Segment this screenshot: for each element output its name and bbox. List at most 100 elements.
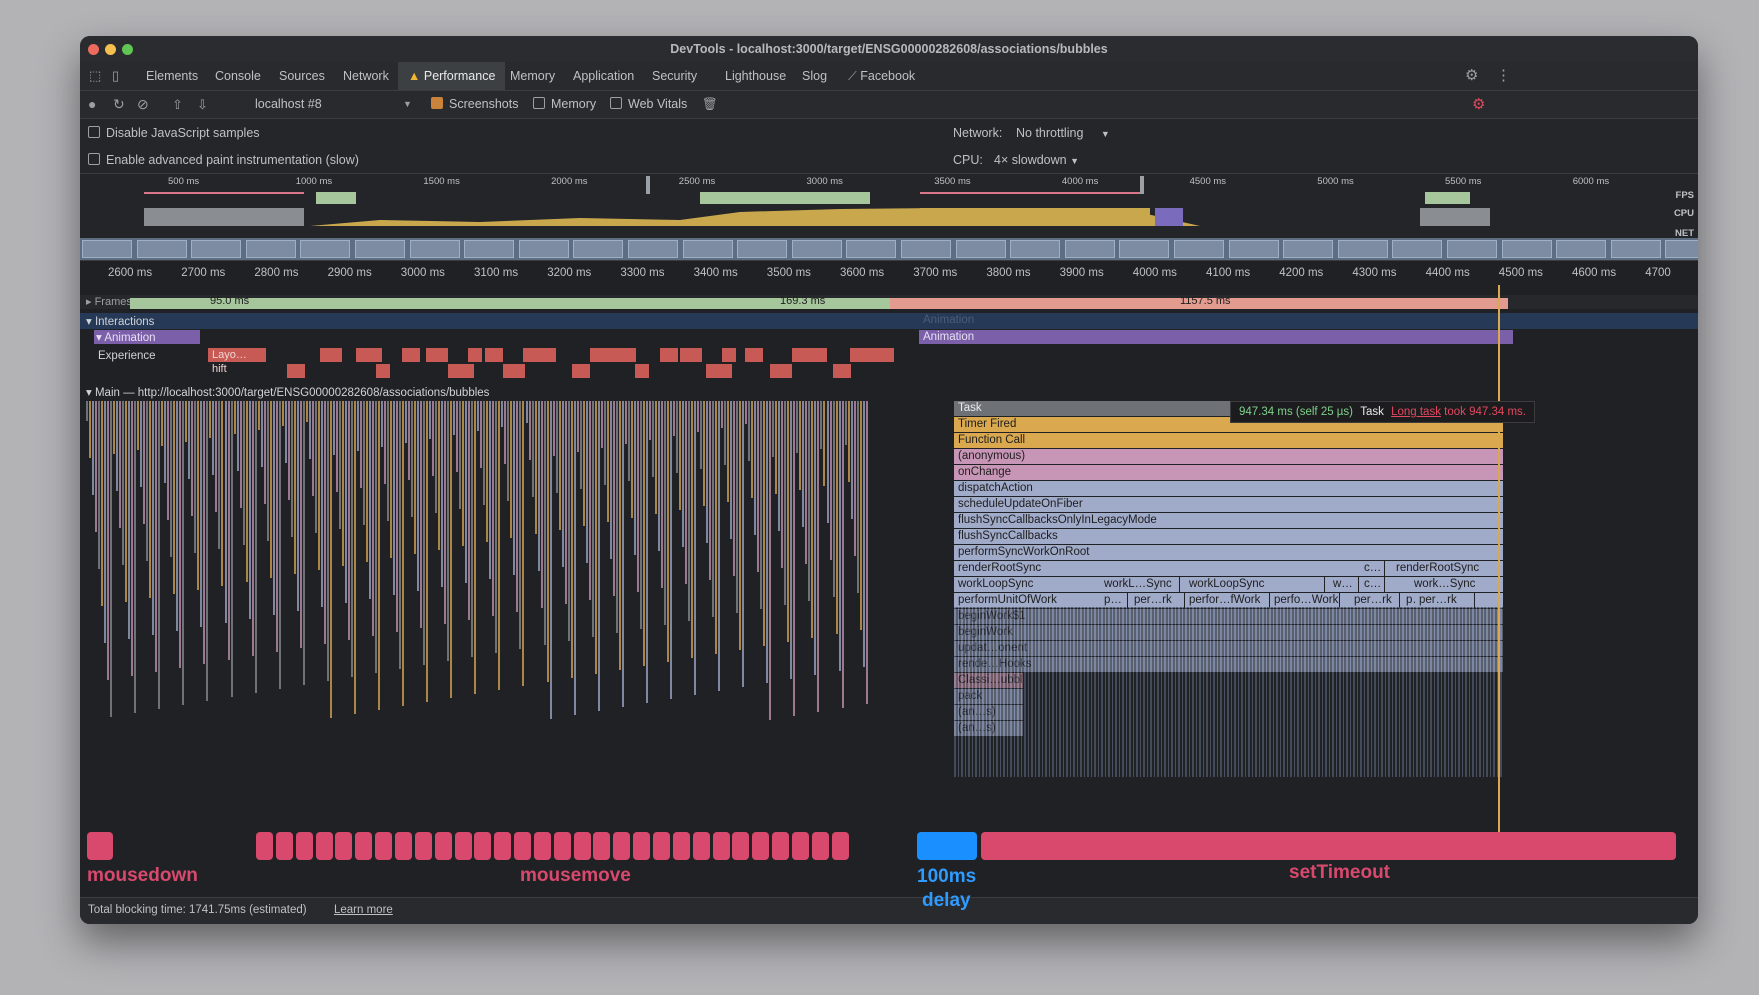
small-task-tick[interactable] (555, 401, 558, 493)
small-task-tick[interactable] (326, 401, 329, 681)
small-task-tick[interactable] (260, 401, 263, 467)
small-task-tick[interactable] (378, 401, 380, 710)
small-task-tick[interactable] (453, 401, 456, 435)
tab-facebook[interactable]: ⟋ Facebook (848, 62, 915, 90)
small-task-tick[interactable] (179, 401, 182, 668)
small-task-tick[interactable] (465, 401, 468, 583)
small-task-tick[interactable] (95, 401, 97, 532)
small-task-tick[interactable] (597, 401, 600, 711)
small-task-tick[interactable] (92, 401, 94, 495)
small-task-tick[interactable] (323, 401, 326, 644)
screenshot-thumbnail[interactable] (82, 240, 132, 258)
small-task-tick[interactable] (317, 401, 320, 570)
small-task-tick[interactable] (633, 401, 636, 555)
layout-shift-block[interactable] (503, 364, 525, 378)
small-task-tick[interactable] (582, 401, 585, 526)
tab-slog[interactable]: Slog (802, 62, 827, 90)
small-task-tick[interactable] (552, 401, 555, 456)
small-task-tick[interactable] (549, 401, 552, 719)
download-icon[interactable]: ⇩ (197, 91, 208, 118)
screenshot-thumbnail[interactable] (355, 240, 405, 258)
layout-shift-block[interactable] (722, 348, 736, 362)
layout-shift-block[interactable] (356, 348, 382, 362)
advanced-paint-checkbox[interactable]: Enable advanced paint instrumentation (s… (88, 153, 359, 167)
layout-shift-block[interactable] (813, 348, 827, 362)
small-task-tick[interactable] (829, 401, 832, 560)
small-task-tick[interactable] (510, 401, 513, 538)
small-task-tick[interactable] (733, 401, 736, 576)
small-task-tick[interactable] (805, 401, 808, 564)
small-task-tick[interactable] (495, 401, 498, 653)
tab-network[interactable]: Network (343, 62, 389, 90)
small-task-tick[interactable] (278, 401, 281, 689)
screenshot-thumbnail[interactable] (1392, 240, 1443, 258)
tab-performance[interactable]: ▲ Performance (398, 62, 506, 90)
small-task-tick[interactable] (131, 401, 134, 676)
screenshot-thumbnail[interactable] (1010, 240, 1061, 258)
small-task-tick[interactable] (588, 401, 591, 600)
small-task-tick[interactable] (591, 401, 594, 637)
small-task-tick[interactable] (347, 401, 350, 640)
more-options-icon[interactable]: ⋮ (1496, 62, 1511, 90)
small-task-tick[interactable] (411, 401, 414, 517)
small-task-tick[interactable] (441, 401, 444, 587)
screenshot-thumbnail[interactable] (737, 240, 788, 258)
small-task-tick[interactable] (293, 401, 296, 574)
small-task-tick[interactable] (356, 401, 359, 451)
call-stack-frame[interactable]: dispatchAction (954, 481, 1504, 496)
small-task-tick[interactable] (206, 401, 209, 701)
small-task-tick[interactable] (666, 401, 669, 662)
small-task-tick[interactable] (703, 401, 705, 506)
small-task-tick[interactable] (841, 401, 844, 708)
small-task-tick[interactable] (149, 401, 152, 598)
screenshot-thumbnail[interactable] (1337, 240, 1388, 258)
small-task-tick[interactable] (639, 401, 642, 629)
small-task-tick[interactable] (724, 401, 727, 465)
small-task-tick[interactable] (119, 401, 122, 528)
small-task-tick[interactable] (299, 401, 302, 648)
layout-shift-block[interactable] (572, 364, 590, 378)
small-task-tick[interactable] (101, 401, 103, 606)
small-task-tick[interactable] (161, 401, 164, 446)
reload-icon[interactable]: ↻ (113, 91, 125, 118)
small-task-tick[interactable] (387, 401, 389, 521)
small-task-tick[interactable] (227, 401, 230, 660)
small-task-tick[interactable] (200, 401, 203, 627)
small-task-tick[interactable] (694, 401, 696, 695)
layout-shift-block[interactable] (833, 364, 851, 378)
timeline-overview[interactable]: 500 ms 1000 ms 1500 ms 2000 ms 2500 ms 3000 m… (80, 174, 1698, 261)
screenshot-thumbnail[interactable] (1665, 240, 1698, 258)
small-task-tick[interactable] (230, 401, 233, 697)
small-task-tick[interactable] (835, 401, 838, 634)
small-task-tick[interactable] (408, 401, 411, 480)
small-task-tick[interactable] (691, 401, 693, 658)
small-task-tick[interactable] (104, 401, 107, 643)
screenshot-thumbnail[interactable] (518, 240, 569, 258)
small-task-tick[interactable] (182, 401, 185, 705)
screenshot-thumbnail[interactable] (1610, 240, 1661, 258)
small-task-tick[interactable] (679, 401, 681, 510)
tab-application[interactable]: Application (573, 62, 634, 90)
tab-security[interactable]: Security (652, 62, 697, 90)
animation-label[interactable]: ▾ Animation (94, 330, 200, 344)
small-task-tick[interactable] (390, 401, 392, 558)
layout-shift-block[interactable] (376, 364, 390, 378)
screenshot-thumbnail[interactable] (1556, 240, 1607, 258)
small-task-tick[interactable] (627, 401, 630, 481)
small-task-tick[interactable] (570, 401, 573, 678)
memory-checkbox[interactable]: Memory (533, 91, 596, 118)
layout-shift-block[interactable] (635, 364, 649, 378)
small-task-tick[interactable] (468, 401, 471, 620)
tab-sources[interactable]: Sources (279, 62, 325, 90)
small-task-tick[interactable] (350, 401, 353, 677)
profile-select[interactable]: localhost #8 ▼ (255, 91, 415, 118)
small-task-tick[interactable] (423, 401, 426, 665)
small-task-tick[interactable] (579, 401, 582, 489)
small-task-tick[interactable] (362, 401, 365, 525)
small-task-tick[interactable] (781, 401, 784, 568)
call-stack-frame[interactable]: flushSyncCallbacksOnlyInLegacyMode (954, 513, 1504, 528)
small-task-tick[interactable] (308, 401, 311, 459)
small-task-tick[interactable] (125, 401, 128, 602)
inspect-element-icon[interactable]: ⬚ (89, 62, 101, 90)
small-task-tick[interactable] (618, 401, 621, 670)
